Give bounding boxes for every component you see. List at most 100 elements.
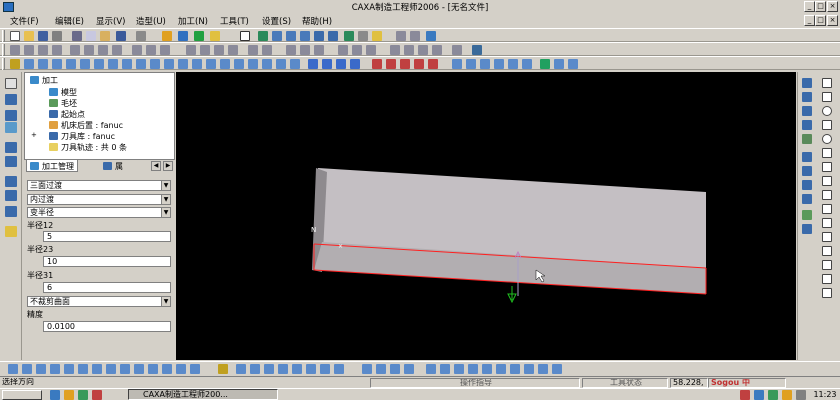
feature-2-icon[interactable]	[5, 122, 17, 133]
radius23-input[interactable]: 10	[43, 256, 171, 267]
geom-15-icon[interactable]	[218, 364, 228, 374]
geom-10-icon[interactable]	[134, 364, 144, 374]
surface-2-icon[interactable]	[24, 45, 34, 55]
geom-23-icon[interactable]	[334, 364, 344, 374]
minimize-button[interactable]: _	[804, 1, 815, 12]
geom-33-icon[interactable]	[496, 364, 506, 374]
menu-tools[interactable]: 工具(T)	[220, 15, 249, 27]
geom-14-icon[interactable]	[190, 364, 200, 374]
mach-8-icon[interactable]	[108, 59, 118, 69]
tree-root[interactable]: 加工	[30, 75, 58, 86]
menu-help[interactable]: 帮助(H)	[302, 15, 332, 27]
mach-31-icon[interactable]	[452, 59, 462, 69]
surface-27-icon[interactable]	[432, 45, 442, 55]
feature-5-icon[interactable]	[5, 176, 17, 187]
tree-node-start-point[interactable]: 起始点	[49, 109, 85, 120]
draw-1-icon[interactable]	[802, 78, 812, 88]
mach-15-icon[interactable]	[206, 59, 216, 69]
geom-9-icon[interactable]	[120, 364, 130, 374]
open-file-icon[interactable]	[24, 31, 34, 41]
surface-24-icon[interactable]	[390, 45, 400, 55]
menu-settings[interactable]: 设置(S)	[262, 15, 291, 27]
geom-34-icon[interactable]	[510, 364, 520, 374]
trim-icon[interactable]	[822, 274, 832, 284]
formula-curve-icon[interactable]	[822, 176, 832, 186]
mach-4-icon[interactable]	[52, 59, 62, 69]
geom-31-icon[interactable]	[468, 364, 478, 374]
doc-restore-button[interactable]: □	[815, 15, 826, 26]
mach-32-icon[interactable]	[466, 59, 476, 69]
mach-18-icon[interactable]	[248, 59, 258, 69]
mach-7-icon[interactable]	[94, 59, 104, 69]
quick-launch-3-icon[interactable]	[78, 390, 88, 400]
geom-18-icon[interactable]	[264, 364, 274, 374]
geom-12-icon[interactable]	[162, 364, 172, 374]
mach-13-icon[interactable]	[178, 59, 188, 69]
rotate-icon[interactable]	[314, 31, 324, 41]
surface-25-icon[interactable]	[404, 45, 414, 55]
menu-edit[interactable]: 编辑(E)	[55, 15, 84, 27]
mach-27-icon[interactable]	[386, 59, 396, 69]
geom-21-icon[interactable]	[306, 364, 316, 374]
radius12-input[interactable]: 5	[43, 231, 171, 242]
menu-file[interactable]: 文件(F)	[10, 15, 39, 27]
line-icon[interactable]	[822, 78, 832, 88]
wireframe-icon[interactable]	[358, 31, 368, 41]
curve-icon[interactable]	[822, 92, 832, 102]
mach-16-icon[interactable]	[220, 59, 230, 69]
geom-11-icon[interactable]	[148, 364, 158, 374]
mach-36-icon[interactable]	[522, 59, 532, 69]
pan-icon[interactable]	[328, 31, 338, 41]
feature-1-icon[interactable]	[5, 110, 17, 121]
mach-11-icon[interactable]	[150, 59, 160, 69]
mach-29-icon[interactable]	[414, 59, 424, 69]
zoom-out-icon[interactable]	[300, 31, 310, 41]
geom-37-icon[interactable]	[552, 364, 562, 374]
mach-37-icon[interactable]	[540, 59, 550, 69]
quick-launch-4-icon[interactable]	[92, 390, 102, 400]
mach-39-icon[interactable]	[568, 59, 578, 69]
undo-icon[interactable]	[116, 31, 126, 41]
geom-3-icon[interactable]	[36, 364, 46, 374]
light-icon[interactable]	[162, 31, 172, 41]
geom-26-icon[interactable]	[390, 364, 400, 374]
tray-4-icon[interactable]	[782, 390, 792, 400]
mach-30-icon[interactable]	[428, 59, 438, 69]
quick-launch-1-icon[interactable]	[50, 390, 60, 400]
geom-24-icon[interactable]	[362, 364, 372, 374]
tree-node-tool-library[interactable]: 刀具库 : fanuc	[49, 131, 115, 142]
copy-icon[interactable]	[86, 31, 96, 41]
tree-node-model[interactable]: 模型	[49, 87, 77, 98]
tool-3-icon[interactable]	[426, 31, 436, 41]
cut-icon[interactable]	[72, 31, 82, 41]
mach-10-icon[interactable]	[136, 59, 146, 69]
tab-machining-manager[interactable]: 加工管理	[26, 160, 78, 172]
shade-icon[interactable]	[372, 31, 382, 41]
tray-5-icon[interactable]	[796, 390, 806, 400]
fillet-icon[interactable]	[822, 218, 832, 228]
mach-34-icon[interactable]	[494, 59, 504, 69]
mach-1-icon[interactable]	[10, 59, 20, 69]
point-icon[interactable]	[822, 204, 832, 214]
tray-2-icon[interactable]	[754, 390, 764, 400]
surface-14-icon[interactable]	[214, 45, 224, 55]
layers-icon[interactable]	[178, 31, 188, 41]
mach-33-icon[interactable]	[480, 59, 490, 69]
geom-7-icon[interactable]	[92, 364, 102, 374]
select-arrow-icon[interactable]	[5, 78, 17, 89]
geom-25-icon[interactable]	[376, 364, 386, 374]
tree-expand-toggle[interactable]: +	[31, 131, 37, 142]
geom-36-icon[interactable]	[538, 364, 548, 374]
draw-10-icon[interactable]	[802, 210, 812, 220]
ellipse-icon[interactable]	[822, 134, 832, 144]
mach-38-icon[interactable]	[554, 59, 564, 69]
transition-side-select[interactable]: 内过渡 ▼	[27, 194, 171, 205]
surface-21-icon[interactable]	[338, 45, 348, 55]
geom-19-icon[interactable]	[278, 364, 288, 374]
display-icon[interactable]	[258, 31, 268, 41]
geom-16-icon[interactable]	[236, 364, 246, 374]
surface-18-icon[interactable]	[286, 45, 296, 55]
text-icon[interactable]	[822, 246, 832, 256]
surface-12-icon[interactable]	[186, 45, 196, 55]
draw-6-icon[interactable]	[802, 152, 812, 162]
